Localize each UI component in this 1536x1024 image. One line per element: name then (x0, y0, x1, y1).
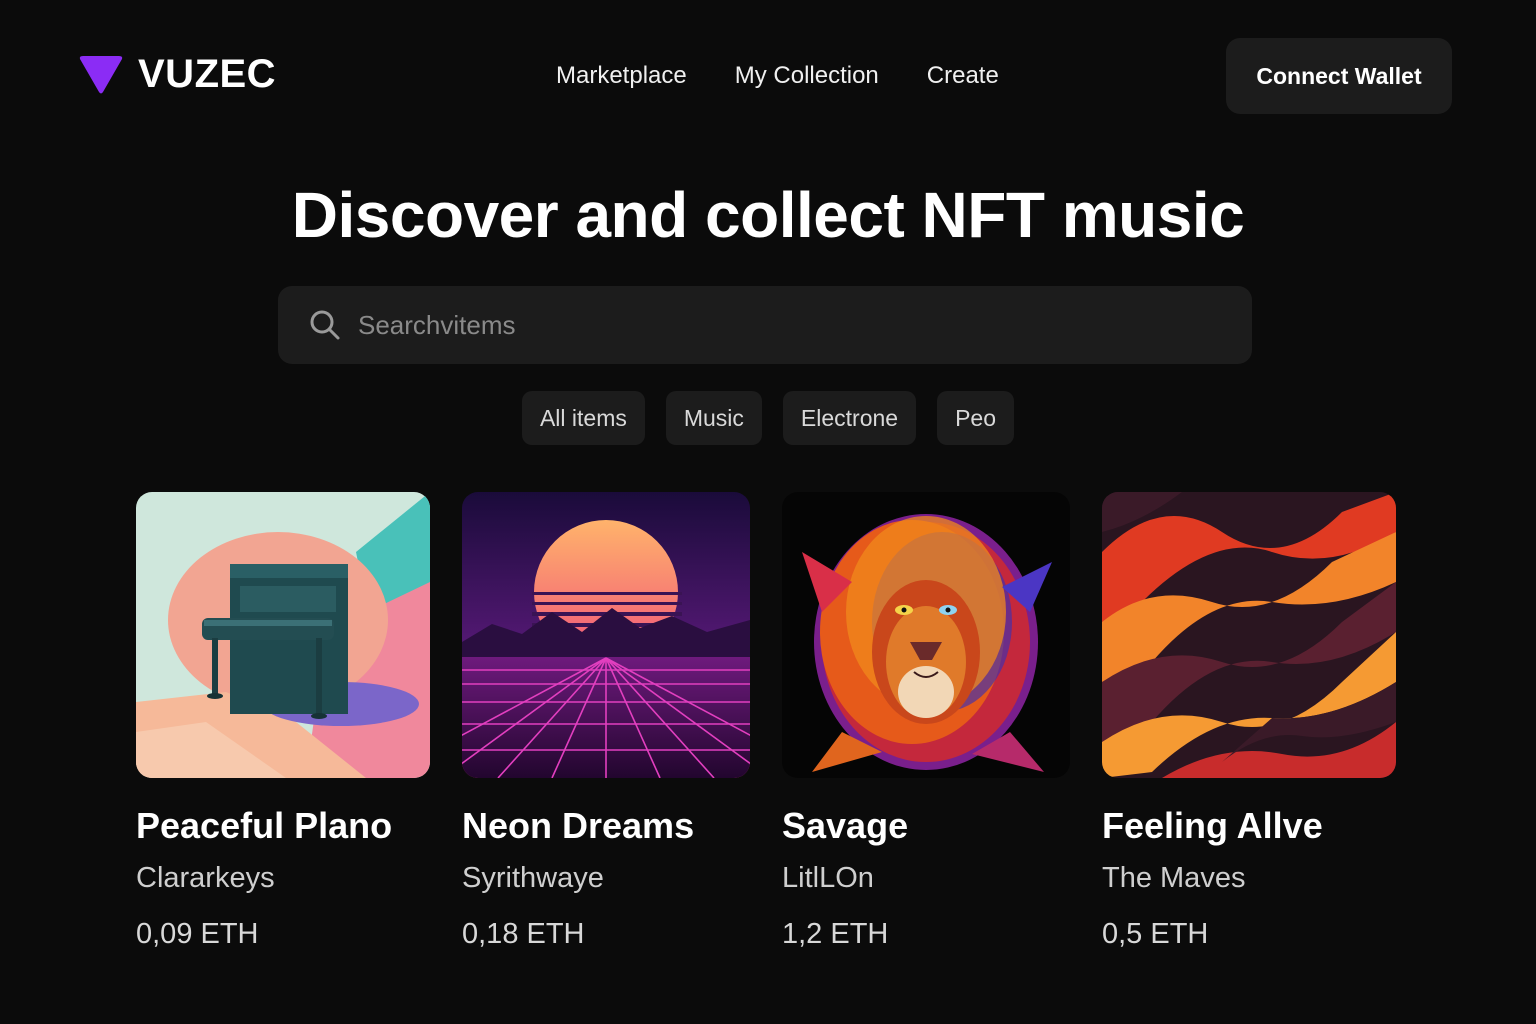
card-artist[interactable]: The Maves (1102, 860, 1396, 896)
search-icon (308, 308, 342, 342)
card-artist[interactable]: LitlLOn (782, 860, 1070, 896)
card-title[interactable]: Peaceful Plano (136, 804, 430, 848)
orange-waves-artwork[interactable] (1102, 492, 1396, 778)
filter-electronic[interactable]: Electrone (782, 391, 917, 445)
neon-lion-artwork[interactable] (782, 492, 1070, 778)
nft-card[interactable]: Feeling Allve The Maves 0,5 ETH (1102, 492, 1396, 952)
filter-chips: All items Music Electrone Peo (0, 391, 1536, 445)
connect-wallet-button[interactable]: Connect Wallet (1226, 38, 1452, 114)
piano-artwork[interactable] (136, 492, 430, 778)
card-title[interactable]: Neon Dreams (462, 804, 750, 848)
nft-card[interactable]: Peaceful Plano Clararkeys 0,09 ETH (136, 492, 430, 952)
filter-peo[interactable]: Peo (937, 391, 1015, 445)
card-title[interactable]: Feeling Allve (1102, 804, 1396, 848)
card-price: 1,2 ETH (782, 918, 889, 950)
page-title: Discover and collect NFT music (291, 179, 1245, 251)
filter-all-items[interactable]: All items (521, 391, 645, 445)
card-artist[interactable]: Syrithwaye (462, 860, 750, 896)
nft-card[interactable]: Neon Dreams Syrithwaye 0,18 ETH (462, 492, 750, 952)
card-price: 0,18 ETH (462, 918, 585, 950)
search-bar[interactable] (278, 286, 1252, 364)
nft-card[interactable]: Savage LitlLOn 1,2 ETH (782, 492, 1070, 952)
search-input[interactable] (356, 294, 1252, 356)
nav-marketplace[interactable]: Marketplace (556, 60, 687, 92)
nav-my-collection[interactable]: My Collection (735, 60, 879, 92)
brand-logo[interactable]: VUZEC (78, 52, 276, 97)
main-nav: Marketplace My Collection Create (556, 60, 999, 92)
filter-music[interactable]: Music (665, 391, 762, 445)
nav-create[interactable]: Create (927, 60, 999, 92)
card-title[interactable]: Savage (782, 804, 1070, 848)
synthwave-sunset-artwork[interactable] (462, 492, 750, 778)
page: VUZEC Marketplace My Collection Create C… (0, 0, 1536, 1024)
logo-triangle-icon (78, 55, 124, 95)
card-price: 0,5 ETH (1102, 918, 1209, 950)
brand-name: VUZEC (138, 52, 277, 96)
card-artist[interactable]: Clararkeys (136, 860, 430, 896)
card-price: 0,09 ETH (136, 918, 259, 950)
